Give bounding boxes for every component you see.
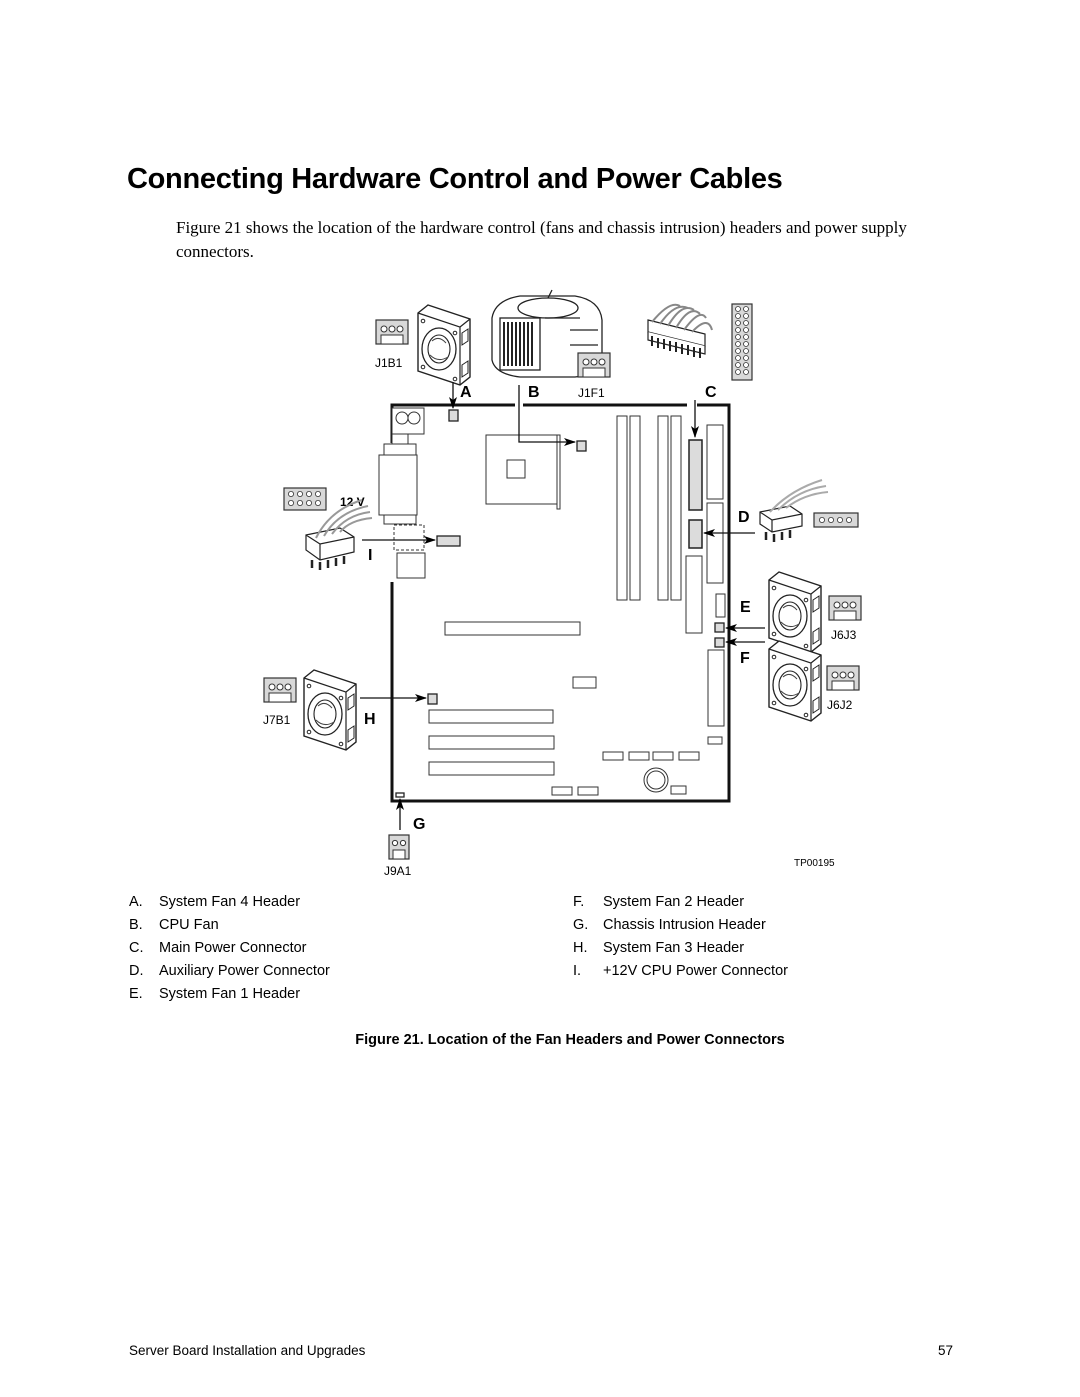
- main-power-connector: [688, 439, 703, 511]
- callout-arrows: [360, 382, 765, 830]
- j7b1-header-icon: [263, 677, 297, 703]
- callout-d: D: [738, 509, 750, 526]
- j6j3-header-icon: [828, 595, 862, 621]
- legend-item: D. Auxiliary Power Connector: [129, 963, 330, 979]
- legend-item: B. CPU Fan: [129, 917, 219, 933]
- j6j3-label: J6J3: [831, 628, 857, 642]
- fan2-header: [714, 637, 725, 648]
- j7b1-label: J7B1: [263, 713, 291, 727]
- legend-item: F. System Fan 2 Header: [573, 894, 745, 910]
- callout-f: F: [740, 650, 750, 667]
- system-fan-4-icon: [417, 304, 471, 386]
- j9a1-header-icon: [388, 834, 410, 860]
- page-number: 57: [937, 1343, 953, 1358]
- callout-i: I: [368, 547, 372, 564]
- board-diagram: J1B1 A B J1F1 C 12 V I D E J6J3 F J6J2 J…: [263, 289, 862, 878]
- system-fan-2-icon: [768, 640, 822, 722]
- fan4-header: [448, 409, 459, 422]
- chassis-intrusion-header: [395, 792, 405, 798]
- figure-caption: Figure 21. Location of the Fan Headers a…: [355, 1032, 785, 1048]
- system-fan-1-icon: [768, 571, 822, 653]
- legend-item: A. System Fan 4 Header: [129, 894, 301, 910]
- aux-power-pinout-icon: [813, 512, 859, 528]
- rear-io: [378, 407, 426, 579]
- callout-e: E: [740, 599, 751, 616]
- j9a1-label: J9A1: [384, 864, 412, 878]
- callout-a: A: [460, 384, 472, 401]
- callout-g: G: [413, 816, 425, 833]
- footer-title: Server Board Installation and Upgrades: [129, 1343, 366, 1358]
- legend-item: G. Chassis Intrusion Header: [573, 917, 766, 933]
- j1f1-header-icon: [577, 352, 611, 378]
- fan3-header: [427, 693, 438, 705]
- j1f1-label: J1F1: [578, 386, 605, 400]
- callout-b: B: [528, 384, 540, 401]
- figure-id: TP00195: [794, 858, 835, 869]
- fan1-header: [714, 622, 725, 633]
- j1b1-label: J1B1: [375, 356, 403, 370]
- j1b1-header-icon: [375, 319, 409, 345]
- cpu-fan-header: [576, 440, 587, 452]
- main-power-cable-icon: [647, 303, 713, 358]
- memory-slots: [616, 415, 682, 601]
- aux-power-connector: [688, 519, 703, 549]
- legend-item: I. +12V CPU Power Connector: [573, 963, 788, 979]
- aux-power-cable-icon: [759, 479, 829, 542]
- callout-c: C: [705, 384, 717, 401]
- legend-item: H. System Fan 3 Header: [573, 940, 745, 956]
- legend-right: F. System Fan 2 Header G. Chassis Intrusio…: [573, 891, 788, 983]
- main-power-pinout-icon: [731, 303, 753, 381]
- cpu-12v-connector: [436, 535, 461, 547]
- j6j2-label: J6J2: [827, 698, 853, 712]
- legend-item: C. Main Power Connector: [129, 940, 307, 956]
- system-fan-3-icon: [303, 669, 357, 751]
- j6j2-header-icon: [826, 665, 860, 691]
- legend-item: E. System Fan 1 Header: [129, 986, 301, 1002]
- callout-h: H: [364, 711, 376, 728]
- cpu-socket: [485, 434, 561, 510]
- cpu-12v-pinout-icon: [283, 487, 327, 511]
- legend-left: A. System Fan 4 Header B. CPU Fan C. Main P…: [129, 891, 330, 1006]
